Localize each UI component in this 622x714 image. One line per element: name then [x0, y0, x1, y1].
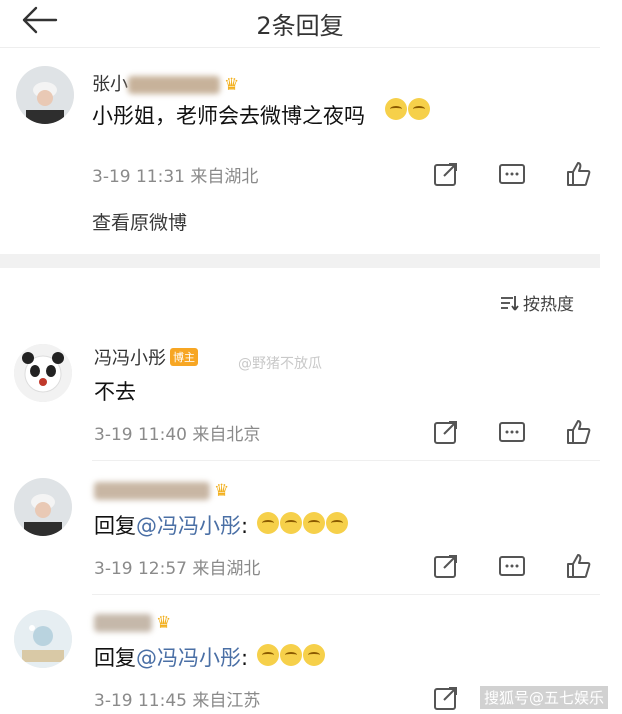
- blogger-badge: 博主: [170, 348, 198, 366]
- avatar[interactable]: [14, 478, 72, 536]
- share-icon[interactable]: [432, 552, 460, 580]
- comment-icon[interactable]: [498, 160, 526, 188]
- divider: [92, 594, 600, 595]
- divider: [92, 460, 600, 461]
- comment-icon[interactable]: [498, 552, 526, 580]
- comment-icon[interactable]: [498, 418, 526, 446]
- reply-time: 3-19 11:40: [94, 425, 187, 445]
- comment-username[interactable]: 张小 ♛: [92, 70, 239, 96]
- comment-actions: [432, 160, 592, 188]
- reply-actions: [432, 552, 592, 580]
- reply-meta: 3-19 11:45 来自江苏: [94, 686, 260, 711]
- reply-text: 不去: [94, 380, 136, 404]
- page-title: 2条回复: [256, 12, 344, 40]
- reply-text: 回复@冯冯小彤:: [94, 646, 249, 670]
- reply-actions: [432, 418, 592, 446]
- avatar[interactable]: [16, 66, 74, 124]
- comment-location: 来自湖北: [190, 167, 259, 187]
- reply-time: 3-19 12:57: [94, 559, 187, 579]
- view-original-link[interactable]: 查看原微博: [92, 208, 187, 235]
- share-icon[interactable]: [432, 160, 460, 188]
- mention-link[interactable]: @冯冯小彤: [136, 646, 241, 670]
- cry-emoji-icon: [280, 512, 302, 534]
- cry-emoji-icon: [303, 512, 325, 534]
- reply-actions: [432, 684, 460, 712]
- like-icon[interactable]: [564, 552, 592, 580]
- grimace-emoji-icon: [280, 644, 302, 666]
- cry-emoji-icon: [408, 98, 430, 120]
- cry-emoji-icon: [385, 98, 407, 120]
- reply-text: 回复@冯冯小彤:: [94, 514, 249, 538]
- reply-username[interactable]: ♛: [94, 480, 229, 501]
- reply-username[interactable]: 冯冯小彤 博主: [94, 344, 198, 370]
- grimace-emoji-icon: [303, 644, 325, 666]
- crown-icon: ♛: [214, 481, 230, 501]
- reply-meta: 3-19 12:57 来自湖北: [94, 554, 260, 579]
- emoji-group: [384, 98, 430, 121]
- like-icon[interactable]: [564, 418, 592, 446]
- share-icon[interactable]: [432, 684, 460, 712]
- main-comment: 张小 ♛ 小彤姐，老师会去微博之夜吗 3-19 11:31 来自湖北 查看原微博: [0, 48, 600, 254]
- reply-username[interactable]: ♛: [94, 612, 171, 633]
- top-bar: 2条回复: [0, 0, 600, 48]
- sort-toggle[interactable]: 按热度: [499, 290, 574, 315]
- reply-location: 来自北京: [192, 425, 261, 445]
- watermark: @野猪不放瓜: [238, 356, 322, 372]
- footer-watermark: 搜狐号@五七娱乐: [480, 686, 609, 709]
- grimace-emoji-icon: [257, 644, 279, 666]
- crown-icon: ♛: [156, 613, 172, 633]
- reply-meta: 3-19 11:40 来自北京: [94, 420, 260, 445]
- cry-emoji-icon: [257, 512, 279, 534]
- section-separator: [0, 254, 600, 268]
- sort-icon: [501, 295, 519, 311]
- reply-location: 来自湖北: [192, 559, 261, 579]
- avatar[interactable]: [14, 610, 72, 668]
- comment-meta: 3-19 11:31 来自湖北: [92, 162, 258, 187]
- comment-text: 小彤姐，老师会去微博之夜吗: [92, 104, 365, 128]
- mention-link[interactable]: @冯冯小彤: [136, 514, 241, 538]
- crown-icon: ♛: [224, 75, 240, 95]
- share-icon[interactable]: [432, 418, 460, 446]
- emoji-group: [256, 512, 348, 535]
- reply-location: 来自江苏: [192, 691, 261, 711]
- like-icon[interactable]: [564, 160, 592, 188]
- cry-emoji-icon: [326, 512, 348, 534]
- avatar[interactable]: [14, 344, 72, 402]
- comment-time: 3-19 11:31: [92, 167, 185, 187]
- reply-time: 3-19 11:45: [94, 691, 187, 711]
- emoji-group: [256, 644, 325, 667]
